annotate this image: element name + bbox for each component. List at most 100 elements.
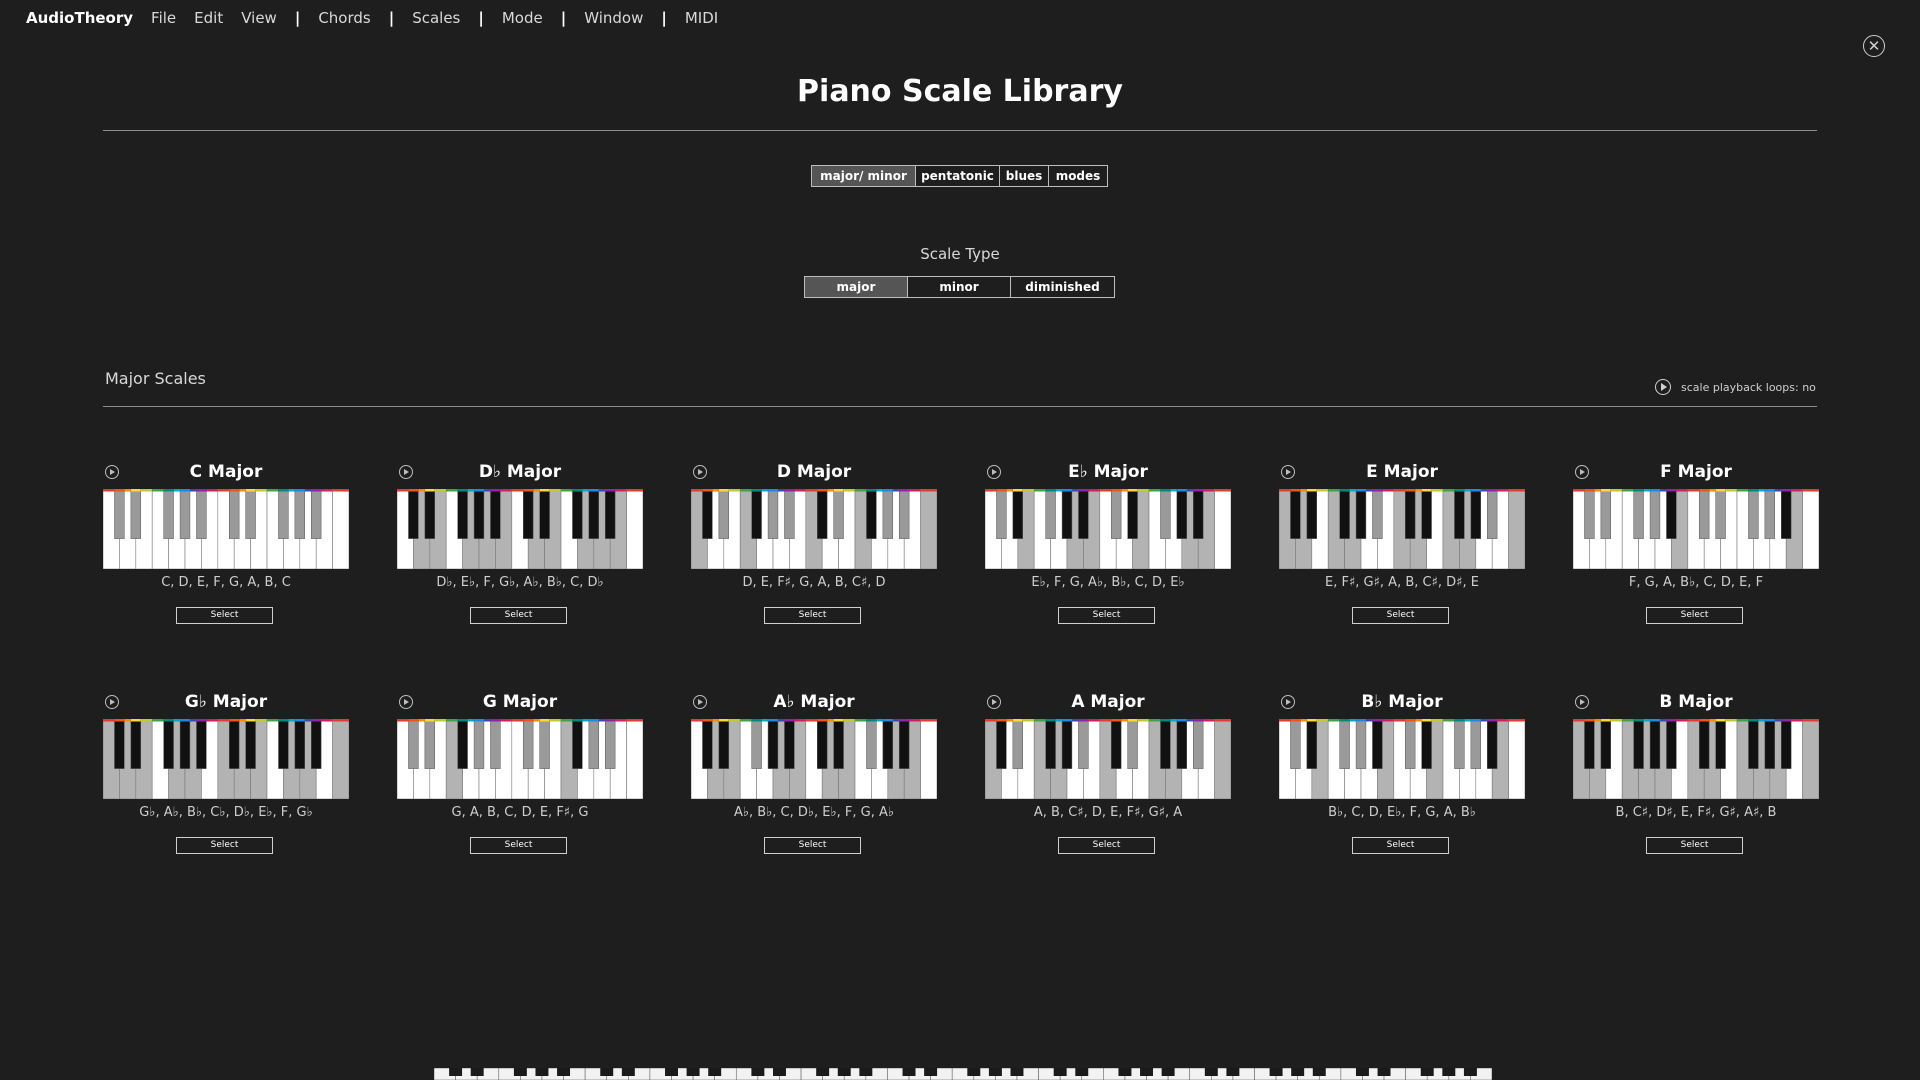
black-key[interactable] bbox=[311, 489, 322, 539]
black-key[interactable] bbox=[1012, 489, 1023, 539]
bottom-black-key[interactable] bbox=[1355, 1068, 1369, 1076]
black-key[interactable] bbox=[1649, 719, 1661, 769]
black-key[interactable] bbox=[1061, 719, 1073, 769]
piano-keyboard[interactable] bbox=[985, 719, 1231, 799]
black-key[interactable] bbox=[473, 489, 485, 539]
white-key[interactable] bbox=[332, 489, 349, 569]
black-key[interactable] bbox=[767, 719, 779, 769]
piano-keyboard[interactable] bbox=[397, 489, 643, 569]
black-key[interactable] bbox=[114, 489, 125, 539]
black-key[interactable] bbox=[1764, 719, 1775, 769]
black-key[interactable] bbox=[1339, 719, 1350, 769]
white-key[interactable] bbox=[626, 489, 643, 569]
black-key[interactable] bbox=[229, 489, 240, 539]
white-key[interactable] bbox=[1508, 719, 1525, 799]
black-key[interactable] bbox=[1699, 719, 1710, 769]
select-button[interactable]: Select bbox=[1646, 607, 1743, 624]
bottom-black-key[interactable] bbox=[1010, 1068, 1024, 1076]
black-key[interactable] bbox=[179, 719, 191, 769]
piano-keyboard[interactable] bbox=[985, 489, 1231, 569]
black-key[interactable] bbox=[1715, 489, 1726, 539]
white-key[interactable] bbox=[1802, 489, 1819, 569]
black-key[interactable] bbox=[996, 719, 1007, 769]
black-key[interactable] bbox=[1649, 489, 1661, 539]
black-key[interactable] bbox=[1127, 719, 1138, 769]
black-key[interactable] bbox=[114, 719, 125, 769]
black-key[interactable] bbox=[882, 719, 893, 769]
black-key[interactable] bbox=[539, 489, 550, 539]
black-key[interactable] bbox=[605, 489, 616, 539]
scale-type-diminished[interactable]: diminished bbox=[1011, 277, 1114, 297]
black-key[interactable] bbox=[1584, 719, 1595, 769]
bottom-black-key[interactable] bbox=[1442, 1068, 1456, 1076]
select-button[interactable]: Select bbox=[1058, 837, 1155, 854]
piano-keyboard[interactable] bbox=[691, 489, 937, 569]
white-key[interactable] bbox=[1214, 719, 1231, 799]
black-key[interactable] bbox=[424, 489, 435, 539]
scale-type-minor[interactable]: minor bbox=[908, 277, 1011, 297]
black-key[interactable] bbox=[1454, 489, 1465, 539]
select-button[interactable]: Select bbox=[1646, 837, 1743, 854]
white-key[interactable] bbox=[920, 719, 937, 799]
tab-modes[interactable]: modes bbox=[1049, 166, 1107, 186]
bottom-black-key[interactable] bbox=[1140, 1068, 1154, 1076]
bottom-black-key[interactable] bbox=[665, 1068, 678, 1076]
black-key[interactable] bbox=[245, 719, 256, 769]
bottom-black-key[interactable] bbox=[686, 1068, 700, 1076]
bottom-black-key[interactable] bbox=[837, 1068, 851, 1076]
black-key[interactable] bbox=[996, 489, 1007, 539]
piano-keyboard[interactable] bbox=[691, 719, 937, 799]
black-key[interactable] bbox=[1290, 719, 1301, 769]
black-key[interactable] bbox=[1470, 719, 1481, 769]
black-key[interactable] bbox=[767, 489, 779, 539]
black-key[interactable] bbox=[1012, 719, 1023, 769]
white-key[interactable] bbox=[1802, 719, 1819, 799]
select-button[interactable]: Select bbox=[1352, 837, 1449, 854]
black-key[interactable] bbox=[1355, 489, 1367, 539]
black-key[interactable] bbox=[408, 719, 419, 769]
bottom-black-key[interactable] bbox=[513, 1068, 527, 1076]
black-key[interactable] bbox=[784, 719, 795, 769]
play-icon[interactable] bbox=[1281, 695, 1295, 709]
menu-scales[interactable]: Scales bbox=[412, 9, 460, 27]
black-key[interactable] bbox=[278, 719, 289, 769]
bottom-black-key[interactable] bbox=[1420, 1068, 1434, 1076]
tab-blues[interactable]: blues bbox=[1000, 166, 1049, 186]
bottom-black-key[interactable] bbox=[1312, 1068, 1326, 1076]
black-key[interactable] bbox=[1193, 489, 1204, 539]
piano-keyboard[interactable] bbox=[103, 719, 349, 799]
black-key[interactable] bbox=[1372, 719, 1383, 769]
bottom-black-key[interactable] bbox=[751, 1068, 765, 1076]
bottom-black-key[interactable] bbox=[772, 1068, 786, 1076]
white-key[interactable] bbox=[1508, 489, 1525, 569]
piano-keyboard[interactable] bbox=[1573, 719, 1819, 799]
black-key[interactable] bbox=[751, 489, 762, 539]
select-button[interactable]: Select bbox=[176, 837, 273, 854]
black-key[interactable] bbox=[588, 489, 599, 539]
play-icon[interactable] bbox=[987, 465, 1001, 479]
play-icon[interactable] bbox=[105, 465, 119, 479]
play-icon[interactable] bbox=[693, 465, 707, 479]
black-key[interactable] bbox=[1111, 489, 1122, 539]
bottom-black-key[interactable] bbox=[1269, 1068, 1283, 1076]
menu-edit[interactable]: Edit bbox=[194, 9, 223, 27]
bottom-black-key[interactable] bbox=[557, 1068, 571, 1076]
black-key[interactable] bbox=[1584, 489, 1595, 539]
black-key[interactable] bbox=[1781, 489, 1792, 539]
black-key[interactable] bbox=[1176, 489, 1187, 539]
play-icon[interactable] bbox=[1575, 465, 1589, 479]
black-key[interactable] bbox=[1487, 489, 1498, 539]
black-key[interactable] bbox=[899, 489, 910, 539]
black-key[interactable] bbox=[229, 719, 240, 769]
black-key[interactable] bbox=[1111, 719, 1122, 769]
black-key[interactable] bbox=[718, 719, 729, 769]
play-icon[interactable] bbox=[987, 695, 1001, 709]
black-key[interactable] bbox=[1045, 489, 1056, 539]
black-key[interactable] bbox=[1127, 489, 1138, 539]
bottom-black-key[interactable] bbox=[859, 1068, 873, 1076]
black-key[interactable] bbox=[245, 489, 256, 539]
play-icon[interactable] bbox=[399, 465, 413, 479]
bottom-black-key[interactable] bbox=[1226, 1068, 1240, 1076]
black-key[interactable] bbox=[1372, 489, 1383, 539]
menu-view[interactable]: View bbox=[241, 9, 277, 27]
